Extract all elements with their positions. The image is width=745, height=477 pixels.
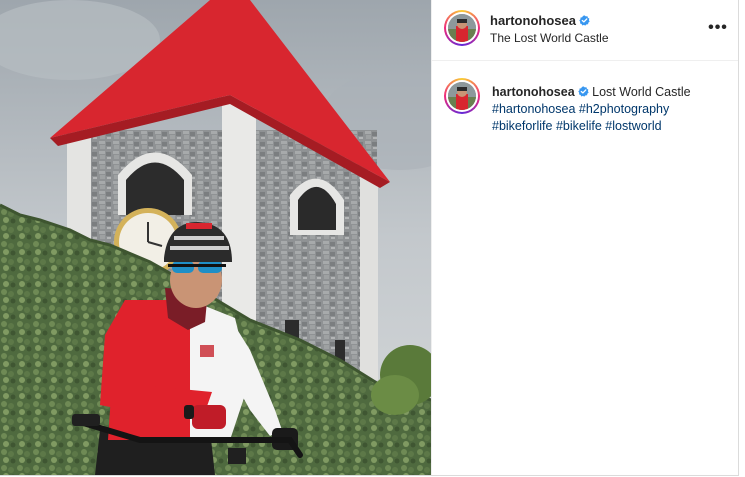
avatar-photo xyxy=(448,82,476,110)
caption-username[interactable]: hartonohosea xyxy=(492,85,575,99)
avatar-photo xyxy=(448,14,476,42)
hashtag-link[interactable]: #bikelife xyxy=(556,119,602,133)
author-username[interactable]: hartonohosea xyxy=(490,13,576,28)
post-header: hartonohosea The Lost World Castle ••• xyxy=(432,0,739,61)
hashtag-link[interactable]: #hartonohosea xyxy=(492,102,575,116)
hashtag-link[interactable]: #lostworld xyxy=(605,119,661,133)
frame-border-right xyxy=(738,0,739,476)
hashtag-link[interactable]: #bikeforlife xyxy=(492,119,552,133)
frame-border-bottom xyxy=(0,475,739,476)
instagram-post: hartonohosea The Lost World Castle ••• h… xyxy=(0,0,745,477)
caption-author-avatar[interactable] xyxy=(444,78,480,114)
hashtag-link[interactable]: #h2photography xyxy=(579,102,669,116)
post-side-panel: hartonohosea The Lost World Castle ••• h… xyxy=(431,0,739,475)
post-location[interactable]: The Lost World Castle xyxy=(490,31,609,45)
verified-badge-icon xyxy=(577,86,589,97)
caption-body: Lost World Castle xyxy=(592,85,691,99)
more-options-icon[interactable]: ••• xyxy=(708,18,728,38)
verified-badge-icon xyxy=(579,15,590,26)
caption-text: hartonohosea Lost World Castle #hartonoh… xyxy=(492,84,732,135)
castle-cyclist-image xyxy=(0,0,431,475)
header-username-row: hartonohosea xyxy=(490,12,590,30)
post-photo[interactable] xyxy=(0,0,431,475)
author-avatar[interactable] xyxy=(444,10,480,46)
